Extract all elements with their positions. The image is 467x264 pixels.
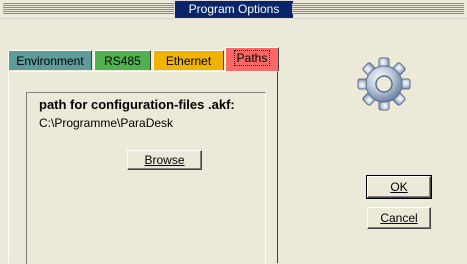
cancel-button[interactable]: Cancel bbox=[367, 207, 431, 229]
tab-rs485[interactable]: RS485 bbox=[94, 50, 151, 70]
tab-paths-label: Paths bbox=[233, 50, 271, 66]
tab-ethernet-label: Ethernet bbox=[165, 54, 212, 68]
tab-ethernet[interactable]: Ethernet bbox=[153, 50, 224, 70]
title-bar[interactable]: Program Options bbox=[0, 0, 467, 19]
paths-tab-panel: path for configuration-files .akf: C:\Pr… bbox=[8, 71, 278, 264]
config-path-group: path for configuration-files .akf: C:\Pr… bbox=[26, 92, 266, 264]
config-path-heading: path for configuration-files .akf: bbox=[39, 97, 235, 112]
cancel-button-label: Cancel bbox=[380, 211, 418, 225]
config-path-value: C:\Programme\ParaDesk bbox=[39, 116, 174, 130]
tab-paths[interactable]: Paths bbox=[225, 47, 279, 71]
title-bar-stripes-right bbox=[292, 3, 464, 14]
tab-environment[interactable]: Environment bbox=[8, 50, 92, 70]
browse-button[interactable]: Browse bbox=[127, 150, 202, 170]
window-title: Program Options bbox=[174, 0, 294, 19]
ok-button[interactable]: OK bbox=[366, 175, 432, 199]
tab-rs485-label: RS485 bbox=[104, 54, 141, 68]
ok-button-label: OK bbox=[390, 180, 408, 194]
browse-button-label: Browse bbox=[144, 153, 185, 167]
tab-environment-label: Environment bbox=[16, 54, 84, 68]
gear-icon bbox=[357, 57, 411, 111]
title-bar-stripes-left bbox=[3, 3, 174, 14]
